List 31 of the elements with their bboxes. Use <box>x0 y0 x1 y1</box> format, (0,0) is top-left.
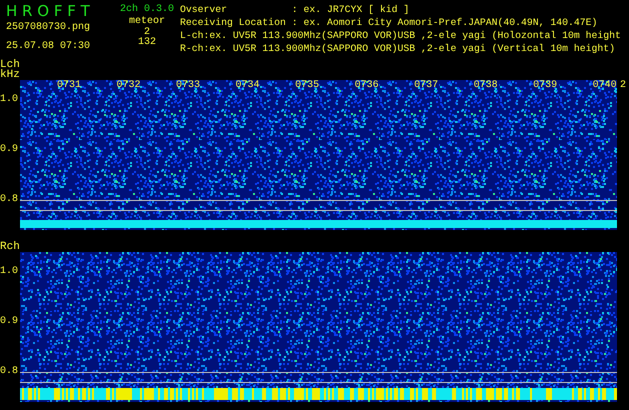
time-label: 0737 <box>414 80 438 92</box>
file-name: 2507080730.png <box>6 22 90 34</box>
mode-label: meteor <box>128 16 165 27</box>
app-title: H R O F F T <box>6 3 90 19</box>
info-line: Receiving Location : ex. Aomori City Aomori-Pref.JAPAN(40.49N, 140.47E) <box>180 16 598 29</box>
info-line: Ovserver : ex. JR7CYX [ kid ] <box>180 3 410 16</box>
axis-label: 1.0 <box>0 95 18 105</box>
time-label: 0735 <box>295 80 320 92</box>
time-label: 0738 <box>474 80 498 92</box>
info-line: R-ch:ex. UV5R 113.900Mhz(SAPPORO VOR)USB ,2-ele yagi (Vertical 10m height) <box>180 42 616 55</box>
info-line: L-ch:ex. UV5R 113.900Mhz(SAPPORO VOR)USB ,2-ele yagi (Holozontal 10m height <box>180 29 621 42</box>
time-label: 0733 <box>176 80 200 92</box>
time-label: 0731 <box>57 80 82 92</box>
axis-label: 0.8 <box>0 367 18 377</box>
version-label: 2ch 0.3.0 <box>120 3 174 16</box>
timestamp: 25.07.08 07:30 <box>6 41 90 53</box>
time-label: 0732 <box>116 80 141 92</box>
axis-label: 0.9 <box>0 317 18 327</box>
channel-label: Rch <box>0 242 20 252</box>
time-label: 0739 <box>533 80 558 92</box>
unit-label: kHz <box>0 70 20 80</box>
count-value: 132 <box>138 38 156 48</box>
time-label: 0740 <box>592 80 617 92</box>
count-value: 2 <box>144 28 150 38</box>
channel-label: Lch <box>0 60 20 70</box>
axis-label: 0.9 <box>0 145 18 155</box>
time-label: 0736 <box>354 80 379 92</box>
axis-label: 0.8 <box>0 195 18 205</box>
time-label: 2 <box>620 80 626 92</box>
time-label: 0734 <box>236 80 260 92</box>
axis-label: 1.0 <box>0 267 18 277</box>
